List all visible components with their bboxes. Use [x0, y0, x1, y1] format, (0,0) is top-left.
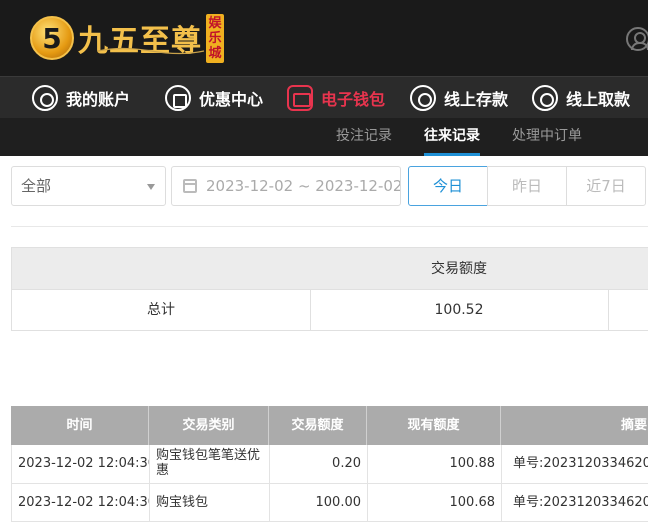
column-header-note: 摘要 — [620, 418, 647, 433]
summary-header: 交易额度 — [11, 247, 648, 289]
date-range-value: 2023-12-02 ~ 2023-12-02 — [206, 177, 401, 195]
last-7-days-button[interactable]: 近7日 — [566, 166, 646, 206]
column-header-type: 交易类别 — [149, 406, 269, 445]
summary-row: 总计 100.52 — [11, 289, 648, 331]
date-range-input[interactable]: 2023-12-02 ~ 2023-12-02 — [171, 166, 401, 206]
top-header: 5 九五至尊 娱乐城 — [0, 0, 648, 76]
summary-total-label: 总计 — [147, 302, 175, 318]
today-button[interactable]: 今日 — [408, 166, 488, 206]
detail-table-header: 时间 交易类别 交易额度 现有额度 摘要 — [11, 406, 648, 445]
nav-item-my-account[interactable]: 我的账户 — [32, 77, 130, 119]
select-value: 全部 — [21, 177, 52, 195]
logo-badge: 5 — [30, 16, 74, 60]
cell-divider — [608, 290, 609, 330]
cell-amount: 0.20 — [270, 445, 368, 483]
logo-subtitle: 娱乐城 — [206, 13, 224, 63]
nav-item-deposit[interactable]: 线上存款 — [410, 77, 508, 119]
column-header-time: 时间 — [11, 406, 149, 445]
main-nav: 我的账户 优惠中心 电子钱包 线上存款 线上取款 — [0, 76, 648, 118]
nav-item-withdraw[interactable]: 线上取款 — [532, 77, 630, 119]
calendar-icon — [183, 179, 197, 193]
tab-pending-orders[interactable]: 处理中订单 — [512, 118, 582, 156]
gift-icon — [165, 85, 191, 111]
logo-ornament-icon — [97, 47, 205, 55]
column-header-balance: 现有额度 — [367, 406, 501, 445]
table-row: 2023-12-02 12:04:30 购宝钱包笔笔送优惠 0.20 100.8… — [11, 445, 648, 484]
tab-transaction-records[interactable]: 往来记录 — [424, 118, 480, 156]
wallet-icon — [287, 85, 313, 111]
summary-header-label: 交易额度 — [431, 261, 487, 277]
deposit-icon — [410, 85, 436, 111]
sub-nav: 投注记录 往来记录 处理中订单 — [0, 118, 648, 156]
nav-label: 线上存款 — [444, 90, 509, 109]
transaction-type-select[interactable]: 全部 — [11, 166, 166, 206]
chevron-down-icon — [147, 184, 155, 190]
nav-item-promotions[interactable]: 优惠中心 — [165, 77, 263, 119]
cell-type: 购宝钱包笔笔送优惠 — [150, 445, 270, 483]
nav-label: 电子钱包 — [321, 90, 386, 109]
site-logo[interactable]: 5 九五至尊 娱乐城 — [30, 10, 224, 66]
cell-note: 单号:20231203346202 — [513, 495, 648, 510]
cell-amount: 100.00 — [270, 484, 368, 521]
cell-type: 购宝钱包 — [150, 484, 270, 521]
cell-balance: 100.68 — [368, 484, 502, 521]
nav-label: 线上取款 — [566, 90, 631, 109]
nav-item-e-wallet[interactable]: 电子钱包 — [287, 77, 385, 119]
yesterday-button[interactable]: 昨日 — [487, 166, 567, 206]
cell-note: 单号:20231203346202 — [513, 456, 648, 471]
cell-time: 2023-12-02 12:04:30 — [12, 445, 150, 483]
table-row: 2023-12-02 12:04:30 购宝钱包 100.00 100.68 单… — [11, 484, 648, 522]
nav-label: 我的账户 — [66, 90, 131, 109]
cell-time: 2023-12-02 12:04:30 — [12, 484, 150, 521]
withdraw-icon — [532, 85, 558, 111]
divider — [11, 226, 648, 227]
account-avatar-icon[interactable] — [626, 27, 648, 51]
tab-bet-records[interactable]: 投注记录 — [336, 118, 392, 156]
column-header-amount: 交易额度 — [269, 406, 367, 445]
user-icon — [32, 85, 58, 111]
summary-total-value: 100.52 — [434, 302, 484, 318]
cell-balance: 100.88 — [368, 445, 502, 483]
nav-label: 优惠中心 — [199, 90, 264, 109]
